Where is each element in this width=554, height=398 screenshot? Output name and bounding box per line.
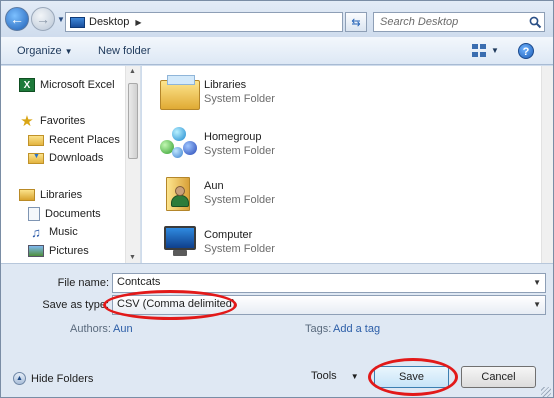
tags-label: Tags:: [305, 323, 332, 335]
resize-grip-icon[interactable]: [541, 387, 551, 397]
file-name-label: File name:: [57, 277, 109, 289]
nav-item-downloads[interactable]: Downloads: [28, 149, 103, 167]
navigation-pane: X Microsoft Excel ★ Favorites Recent Pla…: [1, 66, 141, 263]
file-list: Libraries System Folder Homegroup System…: [142, 66, 541, 263]
tools-button[interactable]: Tools ▼: [311, 370, 359, 382]
new-folder-button[interactable]: New folder: [98, 45, 151, 57]
item-name: Libraries: [204, 79, 247, 91]
help-icon[interactable]: ?: [518, 43, 534, 59]
nav-item-documents[interactable]: Documents: [28, 205, 101, 223]
hide-folders-button[interactable]: ▲ Hide Folders: [13, 372, 93, 385]
libraries-icon: [19, 189, 35, 201]
tools-label: Tools: [311, 370, 337, 382]
chevron-down-icon: ▼: [64, 47, 73, 56]
save-as-type-select[interactable]: CSV (Comma delimited) ▼: [112, 295, 546, 315]
nav-item-recent-places[interactable]: Recent Places: [28, 131, 120, 149]
authors-value[interactable]: Aun: [113, 323, 133, 335]
list-item-libraries[interactable]: Libraries System Folder: [158, 72, 275, 112]
downloads-icon: [28, 152, 44, 164]
computer-icon: [158, 222, 200, 262]
authors-label: Authors:: [70, 323, 111, 335]
nav-item-label: Downloads: [49, 152, 104, 164]
recent-pages-dropdown-icon[interactable]: ▼: [57, 15, 65, 24]
back-button[interactable]: ←: [5, 7, 29, 31]
view-options-dropdown-icon[interactable]: ▼: [491, 46, 499, 55]
nav-item-label: Libraries: [40, 189, 83, 201]
save-as-type-label: Save as type:: [42, 299, 109, 311]
search-input[interactable]: Search Desktop: [373, 12, 545, 32]
save-button[interactable]: Save: [374, 366, 449, 388]
address-row: ← → ▼ Desktop ▶ ⇆ Search Desktop: [1, 1, 553, 37]
scrollbar-thumb[interactable]: [128, 83, 138, 159]
recent-places-icon: [28, 134, 44, 146]
chevron-down-icon[interactable]: ▼: [533, 278, 541, 287]
user-folder-icon: [158, 173, 200, 213]
desktop-icon: [70, 16, 85, 28]
file-name-field[interactable]: Contcats ▼: [112, 273, 546, 293]
nav-item-label: Recent Places: [49, 134, 120, 146]
search-icon[interactable]: [526, 13, 544, 31]
pictures-icon: [28, 245, 44, 257]
chevron-down-icon[interactable]: ▼: [533, 300, 541, 309]
search-placeholder: Search Desktop: [380, 16, 459, 28]
refresh-icon: ⇆: [351, 16, 361, 29]
address-location[interactable]: Desktop: [89, 16, 129, 28]
nav-item-label: Documents: [45, 208, 101, 220]
nav-item-label: Favorites: [40, 115, 86, 127]
list-item-homegroup[interactable]: Homegroup System Folder: [158, 124, 275, 164]
documents-icon: [28, 207, 40, 221]
libraries-folder-icon: [158, 72, 200, 112]
nav-pane-scrollbar[interactable]: ▲ ▼: [125, 66, 140, 263]
homegroup-icon: [158, 124, 200, 164]
item-type: System Folder: [204, 194, 275, 206]
refresh-button[interactable]: ⇆: [345, 12, 367, 32]
star-icon: ★: [20, 113, 34, 130]
tags-value[interactable]: Add a tag: [333, 323, 380, 335]
nav-item-favorites[interactable]: ★ Favorites: [19, 112, 85, 130]
nav-item-music[interactable]: ♫ Music: [28, 223, 78, 241]
excel-icon: X: [19, 78, 35, 92]
item-type: System Folder: [204, 93, 275, 105]
nav-item-pictures[interactable]: Pictures: [28, 242, 89, 260]
change-view-icon[interactable]: [472, 44, 488, 58]
scroll-down-icon[interactable]: ▼: [129, 254, 136, 261]
organize-label: Organize: [17, 45, 62, 57]
item-name: Homegroup: [204, 131, 262, 143]
nav-item-microsoft-excel[interactable]: X Microsoft Excel: [19, 76, 115, 94]
forward-arrow-icon: →: [36, 11, 50, 27]
save-as-type-value: CSV (Comma delimited): [117, 298, 236, 310]
chevron-up-icon: ▲: [13, 372, 26, 385]
save-form: File name: Contcats ▼ Save as type: CSV …: [1, 263, 553, 397]
cancel-button[interactable]: Cancel: [461, 366, 536, 388]
command-toolbar: Organize ▼ New folder ▼ ?: [1, 37, 553, 65]
hide-folders-label: Hide Folders: [31, 372, 94, 385]
nav-item-label: Music: [49, 226, 78, 238]
nav-item-libraries[interactable]: Libraries: [19, 186, 82, 204]
scroll-up-icon[interactable]: ▲: [129, 68, 136, 75]
organize-button[interactable]: Organize ▼: [17, 45, 73, 57]
list-item-user-aun[interactable]: Aun System Folder: [158, 173, 275, 213]
save-as-dialog: ← → ▼ Desktop ▶ ⇆ Search Desktop Organiz…: [0, 0, 554, 398]
item-name: Computer: [204, 229, 253, 241]
chevron-down-icon: ▼: [350, 372, 359, 381]
music-icon: ♫: [31, 224, 41, 240]
address-bar[interactable]: Desktop ▶: [65, 12, 343, 32]
nav-item-label: Microsoft Excel: [40, 79, 115, 91]
forward-button[interactable]: →: [31, 7, 55, 31]
list-item-computer[interactable]: Computer System Folder: [158, 222, 275, 262]
item-type: System Folder: [204, 243, 275, 255]
nav-item-label: Pictures: [49, 245, 89, 257]
item-type: System Folder: [204, 145, 275, 157]
item-name: Aun: [204, 180, 224, 192]
chevron-right-icon[interactable]: ▶: [135, 18, 141, 27]
back-arrow-icon: ←: [10, 11, 24, 27]
file-name-value: Contcats: [117, 276, 161, 288]
file-list-scrollbar[interactable]: [541, 66, 553, 263]
